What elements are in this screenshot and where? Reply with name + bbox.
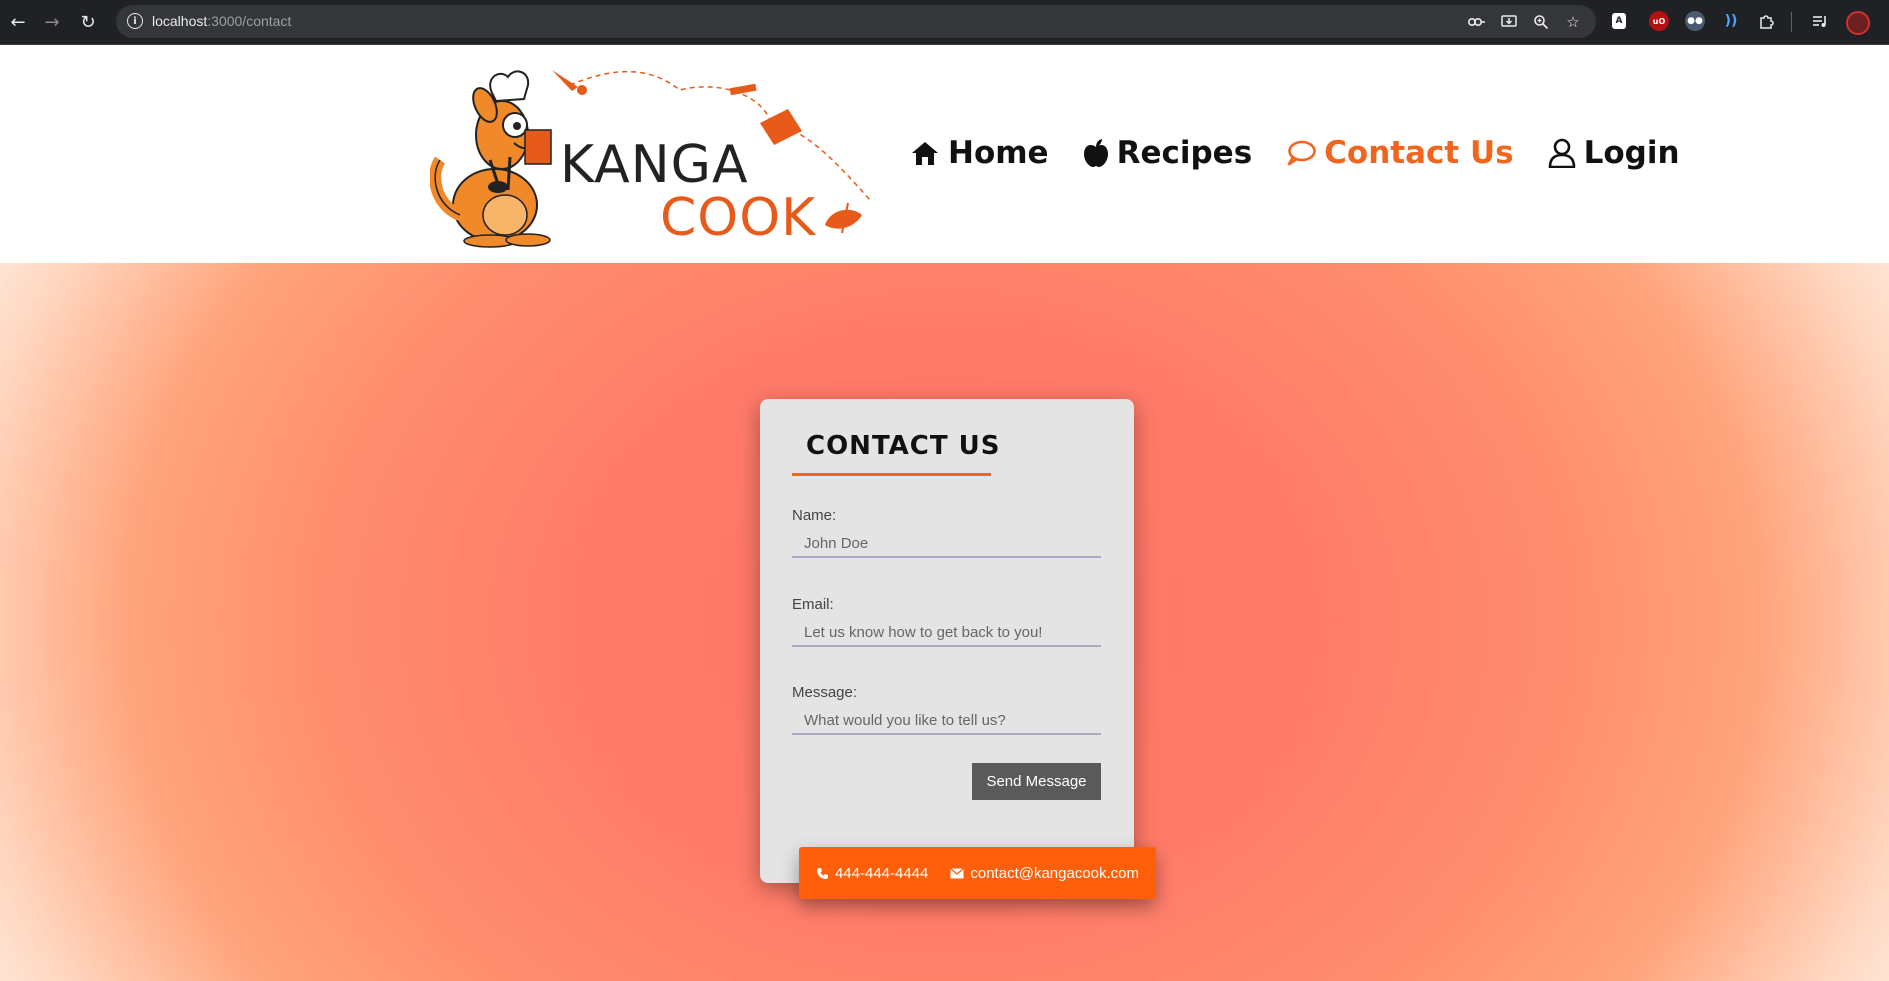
nav-contact-us-label: Contact Us bbox=[1324, 135, 1514, 171]
send-message-button[interactable]: Send Message bbox=[972, 763, 1101, 800]
name-label: Name: bbox=[792, 507, 837, 524]
user-icon bbox=[1548, 138, 1575, 168]
message-label: Message: bbox=[792, 684, 858, 701]
back-button[interactable]: ← bbox=[6, 10, 30, 34]
contact-info-strip: 444-444-4444 contact@kangacook.com bbox=[799, 847, 1156, 899]
ublock-icon[interactable]: uO bbox=[1649, 11, 1669, 31]
nav-home[interactable]: Home bbox=[910, 135, 1049, 171]
nav-home-label: Home bbox=[948, 135, 1049, 171]
site-header: KANGA COOK Home Recipes Contact Us Login bbox=[0, 45, 1889, 263]
title-underline bbox=[792, 473, 991, 476]
browser-toolbar: ← → ↻ i localhost:3000/contact ☆ A uO ●●… bbox=[0, 0, 1889, 45]
name-field-group: Name: bbox=[792, 507, 1101, 558]
nav-contact-us[interactable]: Contact Us bbox=[1286, 135, 1514, 171]
bookmark-star-icon[interactable]: ☆ bbox=[1562, 11, 1584, 33]
main-nav: Home Recipes Contact Us Login bbox=[910, 135, 1680, 171]
url-text[interactable]: localhost:3000/contact bbox=[152, 13, 291, 29]
email-contact[interactable]: contact@kangacook.com bbox=[950, 865, 1139, 882]
logo-text-kanga: KANGA bbox=[560, 135, 749, 195]
key-icon[interactable] bbox=[1466, 11, 1488, 33]
email-input[interactable] bbox=[792, 619, 1101, 647]
envelope-icon bbox=[950, 867, 965, 878]
phone-number: 444-444-4444 bbox=[834, 864, 929, 882]
site-info-icon[interactable]: i bbox=[127, 13, 143, 29]
toolbar-divider bbox=[1791, 12, 1792, 32]
profile-avatar-icon[interactable] bbox=[1846, 11, 1870, 35]
nav-recipes[interactable]: Recipes bbox=[1083, 135, 1253, 171]
nav-login-label: Login bbox=[1583, 135, 1680, 171]
email-label: Email: bbox=[792, 596, 834, 613]
phone-contact[interactable]: 444-444-4444 bbox=[816, 865, 928, 882]
extension-wave-icon[interactable]: )) bbox=[1721, 11, 1741, 31]
contact-email: contact@kangacook.com bbox=[970, 864, 1140, 882]
name-input[interactable] bbox=[792, 530, 1101, 558]
extensions-puzzle-icon[interactable] bbox=[1757, 11, 1777, 31]
speech-bubble-icon bbox=[1287, 140, 1316, 166]
message-field-group: Message: bbox=[792, 684, 1101, 735]
logo-text-cook: COOK bbox=[660, 188, 817, 248]
kangacook-logo[interactable]: KANGA COOK bbox=[430, 65, 880, 250]
install-app-icon[interactable] bbox=[1498, 11, 1520, 33]
media-control-icon[interactable] bbox=[1810, 11, 1830, 31]
message-input[interactable] bbox=[792, 707, 1101, 735]
zoom-icon[interactable] bbox=[1530, 11, 1552, 33]
nav-recipes-label: Recipes bbox=[1116, 135, 1253, 171]
extension-glasses-icon[interactable]: ●● bbox=[1685, 11, 1705, 31]
phone-icon bbox=[816, 867, 828, 879]
forward-button[interactable]: → bbox=[40, 10, 64, 34]
reload-button[interactable]: ↻ bbox=[76, 10, 100, 34]
address-bar[interactable]: i localhost:3000/contact ☆ bbox=[116, 5, 1596, 38]
extension-a-icon[interactable]: A bbox=[1612, 13, 1626, 29]
apple-icon bbox=[1083, 139, 1108, 167]
contact-form-title: CONTACT US bbox=[806, 431, 1001, 461]
nav-login[interactable]: Login bbox=[1548, 135, 1680, 171]
email-field-group: Email: bbox=[792, 596, 1101, 647]
contact-form-card: CONTACT US Name: Email: Message: Send Me… bbox=[760, 399, 1134, 883]
home-icon bbox=[912, 142, 938, 165]
